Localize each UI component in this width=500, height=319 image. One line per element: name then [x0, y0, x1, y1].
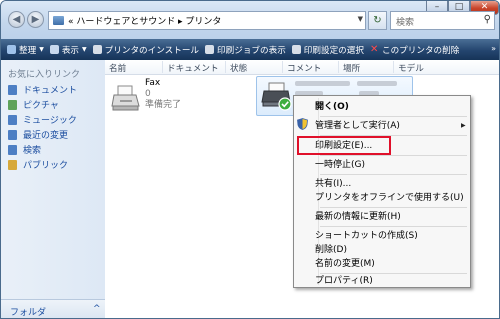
column-headers: 名前 ドキュメント 状態 コメント 場所 モデル — [105, 60, 499, 75]
chevron-up-icon: ^ — [93, 304, 101, 314]
column-header-status[interactable]: 状態 — [230, 62, 247, 74]
view-button[interactable]: 表示 ▼ — [49, 44, 87, 56]
menu-separator — [320, 207, 467, 208]
menu-item-share[interactable]: 共有(I)... — [315, 177, 351, 191]
nav-link-label: パブリック — [23, 161, 69, 171]
menu-item-pause[interactable]: 一時停止(G) — [315, 158, 365, 172]
redacted-printer-detail — [357, 81, 397, 86]
pictures-icon — [8, 99, 17, 110]
nav-link-label: 最近の変更 — [23, 131, 69, 141]
column-header-location[interactable]: 場所 — [343, 62, 360, 74]
submenu-arrow-icon: ▶ — [461, 122, 466, 129]
documents-icon — [8, 84, 17, 95]
nav-link-search[interactable]: 検索 — [8, 142, 77, 157]
back-arrow-icon[interactable]: ◀ — [8, 11, 25, 28]
chevron-down-icon[interactable]: ▼ — [358, 15, 363, 23]
delete-printer-label: このプリンタの削除 — [381, 45, 460, 56]
print-settings-icon — [291, 45, 301, 54]
menu-separator — [320, 174, 467, 175]
printer-name: Fax — [145, 78, 161, 88]
delete-printer-button[interactable]: ✕ このプリンタの削除 — [370, 44, 459, 56]
search-folder-icon — [8, 144, 17, 155]
breadcrumb: « ハードウェアとサウンド ▸ プリンタ — [68, 17, 222, 27]
search-placeholder: 検索 — [396, 18, 415, 28]
fax-details: Fax 0 準備完了 — [145, 78, 181, 111]
folders-label: フォルダ — [10, 308, 47, 318]
printer-item-fax[interactable]: Fax 0 準備完了 — [111, 78, 223, 122]
column-header-documents[interactable]: ドキュメント — [167, 62, 219, 74]
nav-link-public[interactable]: パブリック — [8, 157, 77, 172]
organize-button[interactable]: 整理 ▼ — [7, 44, 44, 56]
music-icon — [8, 114, 17, 125]
show-queue-button[interactable]: 印刷ジョブの表示 — [205, 44, 286, 56]
favorite-links-list: ドキュメント ピクチャ ミュージック 最近の変更 検索 パブリック — [8, 82, 77, 172]
nav-link-label: ミュージック — [23, 116, 77, 126]
printer-default-icon — [261, 82, 292, 111]
nav-link-documents[interactable]: ドキュメント — [8, 82, 77, 97]
column-header-model[interactable]: モデル — [398, 62, 424, 74]
show-queue-label: 印刷ジョブの表示 — [217, 45, 286, 56]
menu-item-run-as-admin[interactable]: 管理者として実行(A) — [315, 119, 400, 133]
install-printer-button[interactable]: プリンタのインストール — [92, 44, 200, 56]
address-bar[interactable]: « ハードウェアとサウンド ▸ プリンタ ▼ — [48, 11, 366, 30]
column-header-name[interactable]: 名前 — [109, 62, 126, 74]
nav-link-recent[interactable]: 最近の変更 — [8, 127, 77, 142]
printer-status: 準備完了 — [145, 100, 182, 110]
title-and-address-area: – □ ✕ ◀ ▶ « ハードウェアとサウンド ▸ プリンタ ▼ ↻ 検索 ⚲ — [1, 1, 499, 39]
chevron-down-icon: ▼ — [39, 46, 44, 53]
menu-item-use-offline[interactable]: プリンタをオフラインで使用する(U) — [315, 191, 464, 205]
highlight-box — [297, 136, 391, 155]
menu-item-refresh[interactable]: 最新の情報に更新(H) — [315, 210, 401, 224]
organize-icon — [7, 45, 16, 54]
organize-label: 整理 — [19, 45, 37, 56]
menu-item-open[interactable]: 開く(O) — [315, 100, 349, 114]
install-printer-label: プリンタのインストール — [104, 45, 200, 56]
context-menu: 開く(O) 管理者として実行(A) ▶ 印刷設定(E)... 一時停止(G) 共… — [293, 95, 471, 288]
fax-printer-icon — [111, 85, 140, 111]
menu-item-rename[interactable]: 名前の変更(M) — [315, 257, 375, 271]
more-commands-icon[interactable]: » — [491, 44, 496, 53]
nav-link-music[interactable]: ミュージック — [8, 112, 77, 127]
refresh-icon[interactable]: ↻ — [368, 11, 387, 30]
menu-item-create-shortcut[interactable]: ショートカットの作成(S) — [315, 229, 418, 243]
nav-link-label: ピクチャ — [23, 101, 59, 111]
select-prefs-label: 印刷設定の選択 — [303, 45, 364, 56]
select-prefs-button[interactable]: 印刷設定の選択 — [291, 44, 364, 56]
control-panel-icon — [53, 16, 64, 25]
search-input[interactable]: 検索 ⚲ — [390, 11, 495, 30]
menu-separator — [320, 116, 467, 117]
printer-add-icon — [92, 45, 102, 54]
command-bar: 整理 ▼ 表示 ▼ プリンタのインストール 印刷ジョブの表示 印刷設定の選択 ✕ こ… — [1, 39, 499, 60]
delete-x-icon: ✕ — [369, 44, 379, 55]
nav-link-label: 検索 — [23, 146, 42, 156]
document-count: 0 — [145, 89, 151, 99]
menu-item-properties[interactable]: プロパティ(R) — [315, 274, 373, 288]
uac-shield-icon — [297, 118, 308, 130]
magnifier-icon[interactable]: ⚲ — [484, 14, 491, 25]
nav-link-label: ドキュメント — [23, 86, 78, 96]
view-icon — [49, 45, 59, 54]
print-queue-icon — [205, 45, 215, 54]
chevron-down-icon: ▼ — [82, 46, 87, 53]
nav-link-pictures[interactable]: ピクチャ — [8, 97, 77, 112]
menu-item-delete[interactable]: 削除(D) — [315, 243, 347, 257]
public-icon — [8, 159, 17, 170]
recent-icon — [8, 129, 17, 140]
column-header-comment[interactable]: コメント — [287, 62, 321, 74]
menu-separator — [320, 226, 467, 227]
redacted-printer-name — [295, 81, 350, 86]
navigation-pane: お気に入りリンク ドキュメント ピクチャ ミュージック 最近の変更 検索 パブリ… — [1, 60, 106, 299]
view-label: 表示 — [61, 45, 80, 56]
folders-toggle[interactable]: フォルダ ^ — [1, 299, 105, 318]
menu-separator — [320, 155, 467, 156]
forward-arrow-icon[interactable]: ▶ — [27, 11, 44, 28]
favorite-links-heading: お気に入りリンク — [8, 70, 81, 80]
